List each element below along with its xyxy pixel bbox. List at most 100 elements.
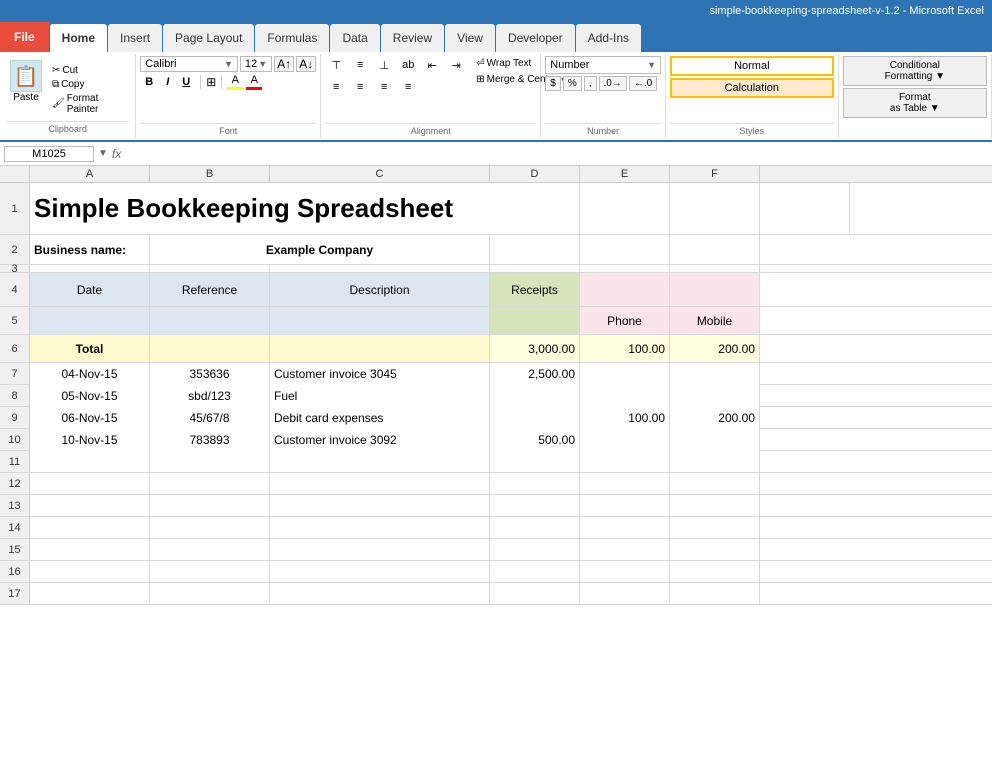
- font-name-dropdown[interactable]: Calibri ▼: [140, 56, 238, 72]
- cell-a14[interactable]: [30, 517, 150, 539]
- cell-b5[interactable]: [150, 307, 270, 334]
- tab-developer[interactable]: Developer: [496, 24, 575, 52]
- cell-f14[interactable]: [670, 517, 760, 539]
- align-top-button[interactable]: ⊤: [325, 56, 347, 74]
- cell-a17[interactable]: [30, 583, 150, 605]
- col-header-f[interactable]: F: [670, 166, 760, 182]
- cell-a8[interactable]: 05-Nov-15: [30, 385, 150, 407]
- cell-business-label[interactable]: Business name:: [30, 235, 150, 264]
- number-format-dropdown[interactable]: Number ▼: [545, 56, 661, 74]
- cell-c15[interactable]: [270, 539, 490, 561]
- cell-a10[interactable]: 10-Nov-15: [30, 429, 150, 451]
- cell-d10[interactable]: 500.00: [490, 429, 580, 451]
- cell-c7[interactable]: Customer invoice 3045: [270, 363, 490, 385]
- col-header-b[interactable]: B: [150, 166, 270, 182]
- cell-b8[interactable]: sbd/123: [150, 385, 270, 407]
- cell-c11[interactable]: [270, 451, 490, 473]
- cell-e7[interactable]: [580, 363, 670, 385]
- col-header-e[interactable]: E: [580, 166, 670, 182]
- border-color-button[interactable]: ⊞: [206, 75, 216, 89]
- bold-button[interactable]: B: [140, 74, 158, 90]
- cell-c13[interactable]: [270, 495, 490, 517]
- cell-e2[interactable]: [580, 235, 670, 264]
- name-box-dropdown[interactable]: ▼: [98, 148, 108, 159]
- cell-b13[interactable]: [150, 495, 270, 517]
- cell-d7[interactable]: 2,500.00: [490, 363, 580, 385]
- cell-c10[interactable]: Customer invoice 3092: [270, 429, 490, 451]
- cell-e10[interactable]: [580, 429, 670, 451]
- cell-d16[interactable]: [490, 561, 580, 583]
- italic-button[interactable]: I: [161, 74, 174, 90]
- cell-c8[interactable]: Fuel: [270, 385, 490, 407]
- cell-d8[interactable]: [490, 385, 580, 407]
- cell-c9[interactable]: Debit card expenses: [270, 407, 490, 429]
- cell-a13[interactable]: [30, 495, 150, 517]
- align-center-button[interactable]: ≡: [349, 78, 371, 96]
- font-color-button[interactable]: A: [246, 74, 262, 90]
- cell-total-phone[interactable]: 100.00: [580, 335, 670, 362]
- cell-b12[interactable]: [150, 473, 270, 495]
- cell-f13[interactable]: [670, 495, 760, 517]
- cell-e11[interactable]: [580, 451, 670, 473]
- cell-d2[interactable]: [490, 235, 580, 264]
- indent-increase-button[interactable]: ⇥: [445, 56, 467, 74]
- increase-decimal-button[interactable]: .0→: [599, 76, 627, 91]
- tab-home[interactable]: Home: [50, 24, 107, 52]
- cut-button[interactable]: ✂ Cut: [50, 64, 129, 77]
- cell-e1[interactable]: [670, 183, 760, 234]
- col-header-d[interactable]: D: [490, 166, 580, 182]
- cell-f2[interactable]: [670, 235, 760, 264]
- cell-a16[interactable]: [30, 561, 150, 583]
- currency-button[interactable]: $: [545, 76, 561, 91]
- cell-f12[interactable]: [670, 473, 760, 495]
- tab-view[interactable]: View: [445, 24, 495, 52]
- cell-header-reference[interactable]: Reference: [150, 273, 270, 306]
- cell-f10[interactable]: [670, 429, 760, 451]
- cell-b14[interactable]: [150, 517, 270, 539]
- cell-b11[interactable]: [150, 451, 270, 473]
- tab-page-layout[interactable]: Page Layout: [163, 24, 254, 52]
- indent-decrease-button[interactable]: ⇤: [421, 56, 443, 74]
- paste-button[interactable]: 📋 Paste: [6, 58, 46, 121]
- increase-font-size-button[interactable]: A↑: [274, 56, 294, 72]
- cell-a15[interactable]: [30, 539, 150, 561]
- align-middle-button[interactable]: ≡: [349, 56, 371, 74]
- copy-button[interactable]: ⧉ Copy: [50, 78, 129, 91]
- cell-c12[interactable]: [270, 473, 490, 495]
- tab-data[interactable]: Data: [330, 24, 379, 52]
- cell-d11[interactable]: [490, 451, 580, 473]
- cell-d12[interactable]: [490, 473, 580, 495]
- cell-header-description[interactable]: Description: [270, 273, 490, 306]
- cell-f15[interactable]: [670, 539, 760, 561]
- tab-review[interactable]: Review: [381, 24, 444, 52]
- cell-header-receipts[interactable]: Receipts: [490, 273, 580, 306]
- cell-f9[interactable]: 200.00: [670, 407, 760, 429]
- cell-header-e4[interactable]: [580, 273, 670, 306]
- cell-f7[interactable]: [670, 363, 760, 385]
- cell-d5[interactable]: [490, 307, 580, 334]
- cell-header-f4[interactable]: [670, 273, 760, 306]
- format-as-table-button[interactable]: Formatas Table ▼: [843, 88, 987, 118]
- cell-e16[interactable]: [580, 561, 670, 583]
- cell-e12[interactable]: [580, 473, 670, 495]
- cell-c5[interactable]: [270, 307, 490, 334]
- tab-addins[interactable]: Add-Ins: [576, 24, 641, 52]
- fill-color-button[interactable]: A: [227, 74, 243, 90]
- cell-f8[interactable]: [670, 385, 760, 407]
- cell-total-receipts[interactable]: 3,000.00: [490, 335, 580, 362]
- cell-b16[interactable]: [150, 561, 270, 583]
- cell-business-name[interactable]: Example Company: [150, 235, 490, 264]
- cell-c14[interactable]: [270, 517, 490, 539]
- cell-b10[interactable]: 783893: [150, 429, 270, 451]
- cell-total-mobile[interactable]: 200.00: [670, 335, 760, 362]
- cell-f17[interactable]: [670, 583, 760, 605]
- calculation-style-button[interactable]: Calculation: [670, 78, 834, 98]
- align-bottom-button[interactable]: ⊥: [373, 56, 395, 74]
- orientation-button[interactable]: ab: [397, 56, 419, 74]
- cell-e17[interactable]: [580, 583, 670, 605]
- cell-c17[interactable]: [270, 583, 490, 605]
- cell-d14[interactable]: [490, 517, 580, 539]
- comma-button[interactable]: ,: [584, 76, 597, 91]
- cell-a7[interactable]: 04-Nov-15: [30, 363, 150, 385]
- decrease-font-size-button[interactable]: A↓: [296, 56, 316, 72]
